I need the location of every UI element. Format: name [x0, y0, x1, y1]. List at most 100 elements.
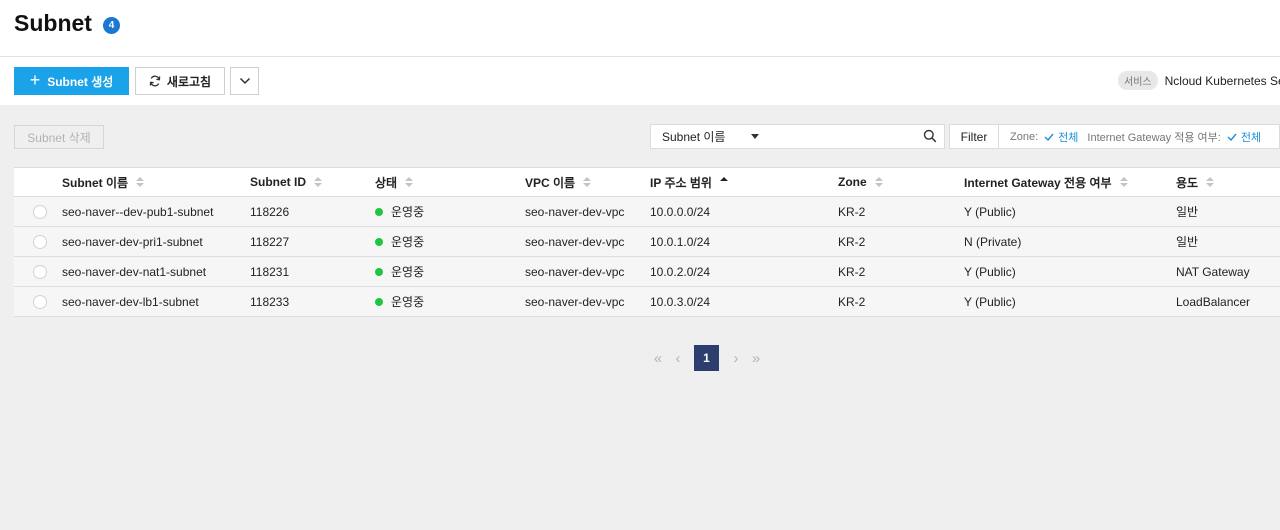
refresh-icon — [149, 75, 161, 87]
status-text: 운영중 — [391, 295, 425, 309]
vpc-name: seo-naver-dev-vpc — [525, 294, 625, 309]
zone-filter-label: Zone: — [1010, 130, 1039, 143]
column-label: IP 주소 범위 — [650, 175, 712, 190]
sort-icon — [583, 177, 592, 187]
ip-range: 10.0.1.0/24 — [650, 234, 711, 249]
usage: 일반 — [1176, 235, 1199, 249]
zone: KR-2 — [838, 234, 866, 249]
zone-filter-value-text: 전체 — [1058, 131, 1079, 144]
subnet-table: Subnet 이름 Subnet ID 상태 VPC 이름 IP 주소 범위 Z… — [14, 167, 1280, 317]
refresh-button[interactable]: 새로고침 — [135, 67, 225, 95]
column-header-usage[interactable]: 용도 — [1176, 168, 1215, 196]
status-cell: 운영중 — [375, 197, 424, 226]
sort-icon — [405, 177, 414, 187]
row-select-radio[interactable] — [33, 205, 47, 219]
igw-dedicated: Y (Public) — [964, 204, 1016, 219]
status-dot-icon — [375, 267, 383, 276]
first-page-icon[interactable]: « — [648, 345, 668, 371]
column-header-vpc[interactable]: VPC 이름 — [525, 168, 592, 196]
status-text: 운영중 — [391, 235, 425, 249]
table-row[interactable]: seo-naver-dev-nat1-subnet 118231 운영중 seo… — [14, 257, 1280, 287]
row-select-radio[interactable] — [33, 295, 47, 309]
more-actions-button[interactable] — [230, 67, 259, 95]
igw-filter-value-text: 전체 — [1240, 131, 1262, 144]
column-label: 용도 — [1176, 175, 1199, 190]
sort-icon — [314, 177, 322, 187]
service-name: Ncloud Kubernetes Serv — [1164, 73, 1280, 88]
last-page-icon[interactable]: » — [746, 345, 766, 371]
active-filters[interactable]: Zone: 전체 Internet Gateway 적용 여부: 전체 — [999, 124, 1280, 149]
create-subnet-button[interactable]: + Subnet 생성 — [14, 67, 129, 95]
count-badge: 4 — [103, 17, 120, 34]
chevron-down-icon — [239, 77, 250, 85]
status-text: 운영중 — [391, 265, 425, 279]
vpc-name: seo-naver-dev-vpc — [525, 264, 625, 279]
refresh-label: 새로고침 — [166, 74, 212, 89]
igw-dedicated: N (Private) — [964, 234, 1022, 249]
page-button-current[interactable]: 1 — [694, 345, 719, 371]
ip-range: 10.0.2.0/24 — [650, 264, 711, 279]
column-label: Internet Gateway 전용 여부 — [964, 175, 1112, 190]
page-header: Subnet 4 + Subnet 생성 새로고침 서비스 Ncloud Kub… — [0, 0, 1280, 105]
status-text: 운영중 — [391, 205, 425, 219]
column-header-name[interactable]: Subnet 이름 — [62, 168, 145, 196]
check-icon — [1227, 133, 1237, 141]
create-subnet-label: Subnet 생성 — [47, 74, 114, 89]
subnet-id: 118227 — [250, 234, 290, 249]
search-field-label: Subnet 이름 — [662, 130, 726, 144]
search-icon[interactable] — [923, 129, 937, 143]
column-header-igw[interactable]: Internet Gateway 전용 여부 — [964, 168, 1128, 196]
igw-dedicated: Y (Public) — [964, 264, 1016, 279]
status-cell: 운영중 — [375, 227, 424, 256]
sort-icon — [1206, 177, 1215, 187]
table-row[interactable]: seo-naver--dev-pub1-subnet 118226 운영중 se… — [14, 197, 1280, 227]
subnet-name: seo-naver--dev-pub1-subnet — [62, 204, 214, 219]
igw-filter-label: Internet Gateway 적용 여부: — [1087, 131, 1221, 144]
table-row[interactable]: seo-naver-dev-pri1-subnet 118227 운영중 seo… — [14, 227, 1280, 257]
page-title: Subnet — [14, 10, 92, 36]
column-label: Subnet 이름 — [62, 175, 129, 190]
igw-dedicated: Y (Public) — [964, 294, 1016, 309]
column-label: Zone — [838, 175, 867, 189]
column-label: Subnet ID — [250, 175, 306, 189]
subnet-id: 118233 — [250, 294, 290, 309]
zone: KR-2 — [838, 264, 866, 279]
search-input[interactable] — [770, 124, 945, 149]
zone: KR-2 — [838, 294, 866, 309]
next-page-icon[interactable]: › — [726, 345, 746, 371]
usage: LoadBalancer — [1176, 294, 1251, 309]
table-header: Subnet 이름 Subnet ID 상태 VPC 이름 IP 주소 범위 Z… — [14, 167, 1280, 197]
pagination: « ‹ 1 › » — [648, 345, 766, 371]
status-dot-icon — [375, 237, 383, 246]
vpc-name: seo-naver-dev-vpc — [525, 234, 625, 249]
column-header-zone[interactable]: Zone — [838, 168, 883, 196]
subnet-name: seo-naver-dev-lb1-subnet — [62, 294, 199, 309]
header-divider — [0, 56, 1280, 57]
column-header-status[interactable]: 상태 — [375, 168, 414, 196]
ip-range: 10.0.0.0/24 — [650, 204, 711, 219]
sort-icon — [1119, 177, 1128, 187]
column-label: 상태 — [375, 175, 398, 190]
status-cell: 운영중 — [375, 287, 424, 316]
column-header-id[interactable]: Subnet ID — [250, 168, 322, 196]
status-dot-icon — [375, 297, 383, 306]
table-row[interactable]: seo-naver-dev-lb1-subnet 118233 운영중 seo-… — [14, 287, 1280, 317]
search-field-select[interactable]: Subnet 이름 — [650, 124, 771, 149]
ip-range: 10.0.3.0/24 — [650, 294, 711, 309]
zone-filter-value[interactable]: 전체 — [1044, 129, 1078, 145]
subnet-id: 118231 — [250, 264, 290, 279]
delete-subnet-button[interactable]: Subnet 삭제 — [14, 125, 104, 149]
service-indicator: 서비스 Ncloud Kubernetes Serv — [1118, 71, 1280, 90]
usage: 일반 — [1176, 205, 1199, 219]
column-header-ip[interactable]: IP 주소 범위 — [650, 168, 728, 196]
subnet-name: seo-naver-dev-nat1-subnet — [62, 264, 207, 279]
row-select-radio[interactable] — [33, 235, 47, 249]
caret-down-icon — [751, 134, 759, 139]
prev-page-icon[interactable]: ‹ — [668, 345, 688, 371]
subnet-name: seo-naver-dev-pri1-subnet — [62, 234, 203, 249]
sort-ascending-icon — [719, 177, 728, 187]
filter-button[interactable]: Filter — [949, 124, 999, 149]
igw-filter-value[interactable]: 전체 — [1227, 129, 1261, 145]
row-select-radio[interactable] — [33, 265, 47, 279]
status-dot-icon — [375, 207, 383, 216]
